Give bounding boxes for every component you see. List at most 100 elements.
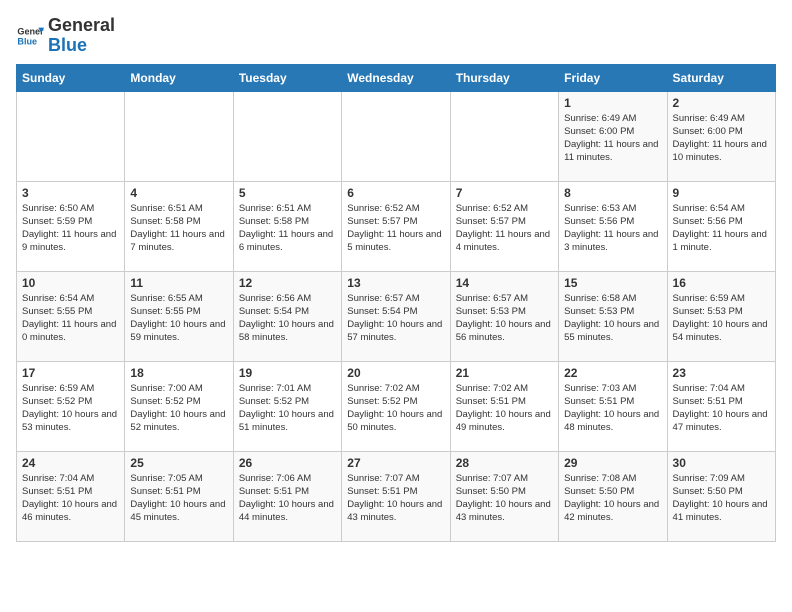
calendar-cell: 6 Sunrise: 6:52 AM Sunset: 5:57 PM Daylig… <box>342 181 450 271</box>
week-row-2: 3 Sunrise: 6:50 AM Sunset: 5:59 PM Daylig… <box>17 181 776 271</box>
cell-info: Sunrise: 6:54 AM Sunset: 5:56 PM Dayligh… <box>673 202 770 255</box>
cell-info: Sunrise: 6:51 AM Sunset: 5:58 PM Dayligh… <box>239 202 336 255</box>
calendar-cell: 19 Sunrise: 7:01 AM Sunset: 5:52 PM Dayli… <box>233 361 341 451</box>
day-number: 21 <box>456 366 553 380</box>
calendar-cell: 11Sunrise: 6:55 AM Sunset: 5:55 PM Dayli… <box>125 271 233 361</box>
day-number: 17 <box>22 366 119 380</box>
cell-info: Sunrise: 6:54 AM Sunset: 5:55 PM Dayligh… <box>22 292 119 345</box>
header-day-sunday: Sunday <box>17 64 125 91</box>
calendar-table: SundayMondayTuesdayWednesdayThursdayFrid… <box>16 64 776 542</box>
cell-info: Sunrise: 6:58 AM Sunset: 5:53 PM Dayligh… <box>564 292 661 345</box>
calendar-cell: 30Sunrise: 7:09 AM Sunset: 5:50 PM Dayli… <box>667 451 775 541</box>
day-number: 20 <box>347 366 444 380</box>
calendar-cell: 5 Sunrise: 6:51 AM Sunset: 5:58 PM Daylig… <box>233 181 341 271</box>
cell-info: Sunrise: 6:49 AM Sunset: 6:00 PM Dayligh… <box>564 112 661 165</box>
calendar-cell: 3 Sunrise: 6:50 AM Sunset: 5:59 PM Daylig… <box>17 181 125 271</box>
header-row: SundayMondayTuesdayWednesdayThursdayFrid… <box>17 64 776 91</box>
day-number: 26 <box>239 456 336 470</box>
calendar-cell: 13 Sunrise: 6:57 AM Sunset: 5:54 PM Dayli… <box>342 271 450 361</box>
calendar-cell: 16 Sunrise: 6:59 AM Sunset: 5:53 PM Dayli… <box>667 271 775 361</box>
calendar-cell: 17Sunrise: 6:59 AM Sunset: 5:52 PM Dayli… <box>17 361 125 451</box>
calendar-cell: 4 Sunrise: 6:51 AM Sunset: 5:58 PM Daylig… <box>125 181 233 271</box>
calendar-cell <box>450 91 558 181</box>
cell-info: Sunrise: 7:07 AM Sunset: 5:51 PM Dayligh… <box>347 472 444 525</box>
week-row-1: 1 Sunrise: 6:49 AM Sunset: 6:00 PM Daylig… <box>17 91 776 181</box>
day-number: 6 <box>347 186 444 200</box>
calendar-cell: 2 Sunrise: 6:49 AM Sunset: 6:00 PM Daylig… <box>667 91 775 181</box>
calendar-cell: 27 Sunrise: 7:07 AM Sunset: 5:51 PM Dayli… <box>342 451 450 541</box>
day-number: 24 <box>22 456 119 470</box>
cell-info: Sunrise: 7:04 AM Sunset: 5:51 PM Dayligh… <box>22 472 119 525</box>
calendar-cell <box>125 91 233 181</box>
week-row-4: 17Sunrise: 6:59 AM Sunset: 5:52 PM Dayli… <box>17 361 776 451</box>
day-number: 5 <box>239 186 336 200</box>
day-number: 25 <box>130 456 227 470</box>
week-row-3: 10 Sunrise: 6:54 AM Sunset: 5:55 PM Dayli… <box>17 271 776 361</box>
cell-info: Sunrise: 6:50 AM Sunset: 5:59 PM Dayligh… <box>22 202 119 255</box>
svg-text:Blue: Blue <box>17 36 37 46</box>
cell-info: Sunrise: 7:09 AM Sunset: 5:50 PM Dayligh… <box>673 472 770 525</box>
calendar-cell: 7Sunrise: 6:52 AM Sunset: 5:57 PM Daylig… <box>450 181 558 271</box>
day-number: 2 <box>673 96 770 110</box>
day-number: 4 <box>130 186 227 200</box>
cell-info: Sunrise: 6:57 AM Sunset: 5:53 PM Dayligh… <box>456 292 553 345</box>
day-number: 22 <box>564 366 661 380</box>
calendar-cell <box>342 91 450 181</box>
day-number: 28 <box>456 456 553 470</box>
cell-info: Sunrise: 6:57 AM Sunset: 5:54 PM Dayligh… <box>347 292 444 345</box>
header-day-friday: Friday <box>559 64 667 91</box>
cell-info: Sunrise: 7:04 AM Sunset: 5:51 PM Dayligh… <box>673 382 770 435</box>
day-number: 11 <box>130 276 227 290</box>
calendar-cell: 28 Sunrise: 7:07 AM Sunset: 5:50 PM Dayli… <box>450 451 558 541</box>
calendar-cell: 23 Sunrise: 7:04 AM Sunset: 5:51 PM Dayli… <box>667 361 775 451</box>
cell-info: Sunrise: 7:00 AM Sunset: 5:52 PM Dayligh… <box>130 382 227 435</box>
calendar-cell: 10 Sunrise: 6:54 AM Sunset: 5:55 PM Dayli… <box>17 271 125 361</box>
day-number: 23 <box>673 366 770 380</box>
calendar-cell: 24 Sunrise: 7:04 AM Sunset: 5:51 PM Dayli… <box>17 451 125 541</box>
cell-info: Sunrise: 7:07 AM Sunset: 5:50 PM Dayligh… <box>456 472 553 525</box>
calendar-cell <box>17 91 125 181</box>
cell-info: Sunrise: 6:56 AM Sunset: 5:54 PM Dayligh… <box>239 292 336 345</box>
day-number: 1 <box>564 96 661 110</box>
day-number: 10 <box>22 276 119 290</box>
cell-info: Sunrise: 7:06 AM Sunset: 5:51 PM Dayligh… <box>239 472 336 525</box>
cell-info: Sunrise: 7:02 AM Sunset: 5:51 PM Dayligh… <box>456 382 553 435</box>
day-number: 3 <box>22 186 119 200</box>
logo: General Blue GeneralBlue <box>16 16 115 56</box>
cell-info: Sunrise: 6:52 AM Sunset: 5:57 PM Dayligh… <box>347 202 444 255</box>
calendar-cell: 9 Sunrise: 6:54 AM Sunset: 5:56 PM Daylig… <box>667 181 775 271</box>
cell-info: Sunrise: 6:49 AM Sunset: 6:00 PM Dayligh… <box>673 112 770 165</box>
cell-info: Sunrise: 7:05 AM Sunset: 5:51 PM Dayligh… <box>130 472 227 525</box>
cell-info: Sunrise: 7:01 AM Sunset: 5:52 PM Dayligh… <box>239 382 336 435</box>
day-number: 9 <box>673 186 770 200</box>
day-number: 13 <box>347 276 444 290</box>
header-day-thursday: Thursday <box>450 64 558 91</box>
day-number: 19 <box>239 366 336 380</box>
calendar-cell: 20 Sunrise: 7:02 AM Sunset: 5:52 PM Dayli… <box>342 361 450 451</box>
calendar-cell: 15Sunrise: 6:58 AM Sunset: 5:53 PM Dayli… <box>559 271 667 361</box>
day-number: 27 <box>347 456 444 470</box>
header-day-tuesday: Tuesday <box>233 64 341 91</box>
cell-info: Sunrise: 6:51 AM Sunset: 5:58 PM Dayligh… <box>130 202 227 255</box>
cell-info: Sunrise: 7:02 AM Sunset: 5:52 PM Dayligh… <box>347 382 444 435</box>
calendar-cell: 22Sunrise: 7:03 AM Sunset: 5:51 PM Dayli… <box>559 361 667 451</box>
calendar-cell: 12 Sunrise: 6:56 AM Sunset: 5:54 PM Dayli… <box>233 271 341 361</box>
page-header: General Blue GeneralBlue <box>16 16 776 56</box>
header-day-saturday: Saturday <box>667 64 775 91</box>
calendar-cell: 25 Sunrise: 7:05 AM Sunset: 5:51 PM Dayli… <box>125 451 233 541</box>
calendar-cell: 14 Sunrise: 6:57 AM Sunset: 5:53 PM Dayli… <box>450 271 558 361</box>
calendar-cell: 29Sunrise: 7:08 AM Sunset: 5:50 PM Dayli… <box>559 451 667 541</box>
cell-info: Sunrise: 6:53 AM Sunset: 5:56 PM Dayligh… <box>564 202 661 255</box>
day-number: 12 <box>239 276 336 290</box>
cell-info: Sunrise: 6:59 AM Sunset: 5:53 PM Dayligh… <box>673 292 770 345</box>
day-number: 14 <box>456 276 553 290</box>
cell-info: Sunrise: 6:52 AM Sunset: 5:57 PM Dayligh… <box>456 202 553 255</box>
logo-icon: General Blue <box>16 22 44 50</box>
day-number: 16 <box>673 276 770 290</box>
calendar-cell <box>233 91 341 181</box>
calendar-cell: 8Sunrise: 6:53 AM Sunset: 5:56 PM Daylig… <box>559 181 667 271</box>
day-number: 18 <box>130 366 227 380</box>
header-day-wednesday: Wednesday <box>342 64 450 91</box>
cell-info: Sunrise: 7:08 AM Sunset: 5:50 PM Dayligh… <box>564 472 661 525</box>
calendar-cell: 1 Sunrise: 6:49 AM Sunset: 6:00 PM Daylig… <box>559 91 667 181</box>
